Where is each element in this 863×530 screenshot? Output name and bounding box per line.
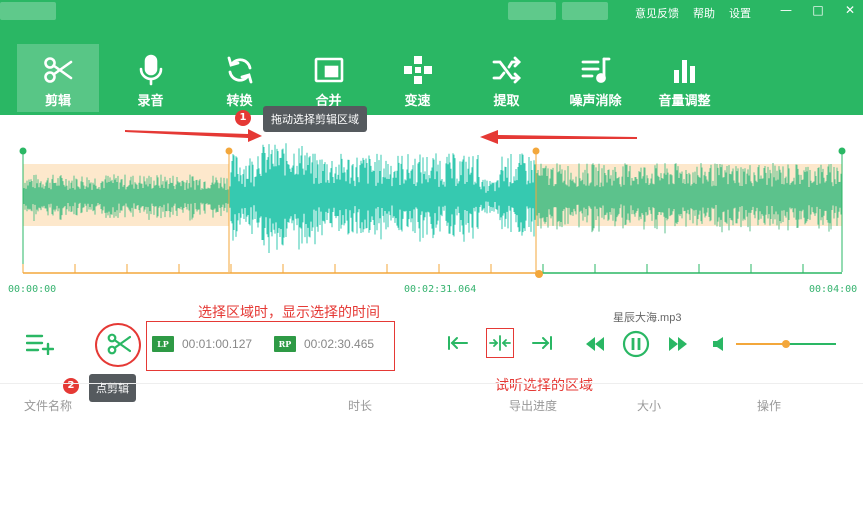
selection-end-handle	[532, 147, 540, 155]
tool-extract-label: 提取	[493, 94, 520, 109]
tool-cut-label: 剪辑	[44, 94, 71, 109]
volume-knob[interactable]	[782, 340, 790, 348]
preview-note: 试听选择的区域	[495, 378, 593, 394]
settings-link[interactable]: 设置	[729, 5, 751, 21]
tool-denoise[interactable]: 噪声消除	[551, 44, 640, 112]
col-export-progress: 导出进度	[509, 399, 558, 413]
tool-record[interactable]: 录音	[106, 44, 195, 112]
go-to-end-icon[interactable]	[531, 335, 553, 355]
pause-button[interactable]	[622, 330, 650, 362]
tool-merge[interactable]: 合并	[284, 44, 373, 112]
col-actions: 操作	[757, 399, 782, 413]
volume-bars-icon	[673, 60, 695, 83]
table-divider	[0, 383, 863, 384]
volume-fill	[736, 343, 786, 345]
tool-convert-label: 转换	[226, 94, 253, 109]
app-header: 意见反馈 帮助 设置 — □ ✕ 剪辑 录音 转换 合并 变速 提取 噪声消除 …	[0, 0, 863, 115]
volume-slider[interactable]	[736, 340, 836, 348]
tool-convert[interactable]: 转换	[195, 44, 284, 112]
tool-denoise-label: 噪声消除	[569, 94, 622, 109]
titlebar-links: 意见反馈 帮助 设置	[635, 5, 751, 21]
selection-start-handle	[225, 147, 233, 155]
main-toolbar: 剪辑 录音 转换 合并 变速 提取 噪声消除 音量调整	[17, 44, 729, 112]
waveform-panel[interactable]	[0, 115, 863, 305]
tool-volume-label: 音量调整	[658, 94, 711, 109]
go-to-start-icon[interactable]	[447, 335, 469, 355]
help-link[interactable]: 帮助	[693, 5, 715, 21]
left-point-time: 00:01:00.127	[182, 337, 253, 351]
scissors-icon	[107, 333, 132, 355]
left-handle	[19, 147, 27, 155]
end-time: 00:04:00	[809, 284, 858, 295]
cut-button[interactable]	[107, 333, 132, 359]
rewind-icon[interactable]	[585, 336, 605, 355]
preview-selection-icon[interactable]	[489, 335, 511, 355]
cursor-time: 00:02:31.064	[404, 284, 477, 295]
refresh-icon	[227, 56, 252, 84]
noise-icon	[581, 57, 610, 83]
waveform-canvas[interactable]	[0, 115, 863, 305]
tool-volume[interactable]: 音量调整	[640, 44, 729, 112]
feedback-link[interactable]: 意见反馈	[635, 5, 679, 21]
shuffle-icon	[492, 56, 521, 84]
tool-extract[interactable]: 提取	[462, 44, 551, 112]
cut-tooltip: 点剪辑	[89, 374, 136, 402]
tool-cut[interactable]: 剪辑	[17, 44, 99, 112]
blurred-area	[508, 2, 556, 20]
scissors-icon	[44, 57, 73, 83]
add-file-icon[interactable]	[25, 333, 55, 359]
tool-speed[interactable]: 变速	[373, 44, 462, 112]
col-duration: 时长	[348, 399, 373, 413]
start-time: 00:00:00	[8, 284, 57, 295]
blurred-area	[562, 2, 608, 20]
speaker-icon[interactable]	[712, 336, 728, 355]
selection-note: 选择区域时，显示选择的时间	[198, 305, 380, 321]
right-handle	[838, 147, 846, 155]
merge-icon	[314, 57, 343, 83]
waveform-selected	[229, 143, 536, 253]
selection-time-box: LP 00:01:00.127 RP 00:02:30.465	[146, 321, 395, 371]
right-point-time: 00:02:30.465	[304, 337, 375, 351]
fast-forward-icon[interactable]	[668, 336, 688, 355]
blurred-logo	[0, 2, 56, 20]
playhead-marker	[535, 270, 543, 278]
window-controls: — □ ✕	[779, 3, 857, 17]
current-filename: 星辰大海.mp3	[613, 312, 682, 324]
tool-record-label: 录音	[137, 94, 164, 109]
speed-icon	[403, 56, 432, 84]
close-icon[interactable]: ✕	[843, 3, 857, 17]
drag-arrow-right	[125, 129, 262, 142]
right-point-tag: RP	[274, 336, 296, 352]
step-badge-2: 2	[63, 378, 79, 394]
col-filename: 文件名称	[24, 399, 73, 413]
microphone-icon	[139, 54, 162, 86]
tool-speed-label: 变速	[404, 94, 431, 109]
drag-arrow-left	[480, 130, 637, 144]
col-size: 大小	[637, 399, 662, 413]
minimize-icon[interactable]: —	[779, 3, 793, 17]
maximize-icon[interactable]: □	[811, 3, 825, 17]
left-point-tag: LP	[152, 336, 174, 352]
